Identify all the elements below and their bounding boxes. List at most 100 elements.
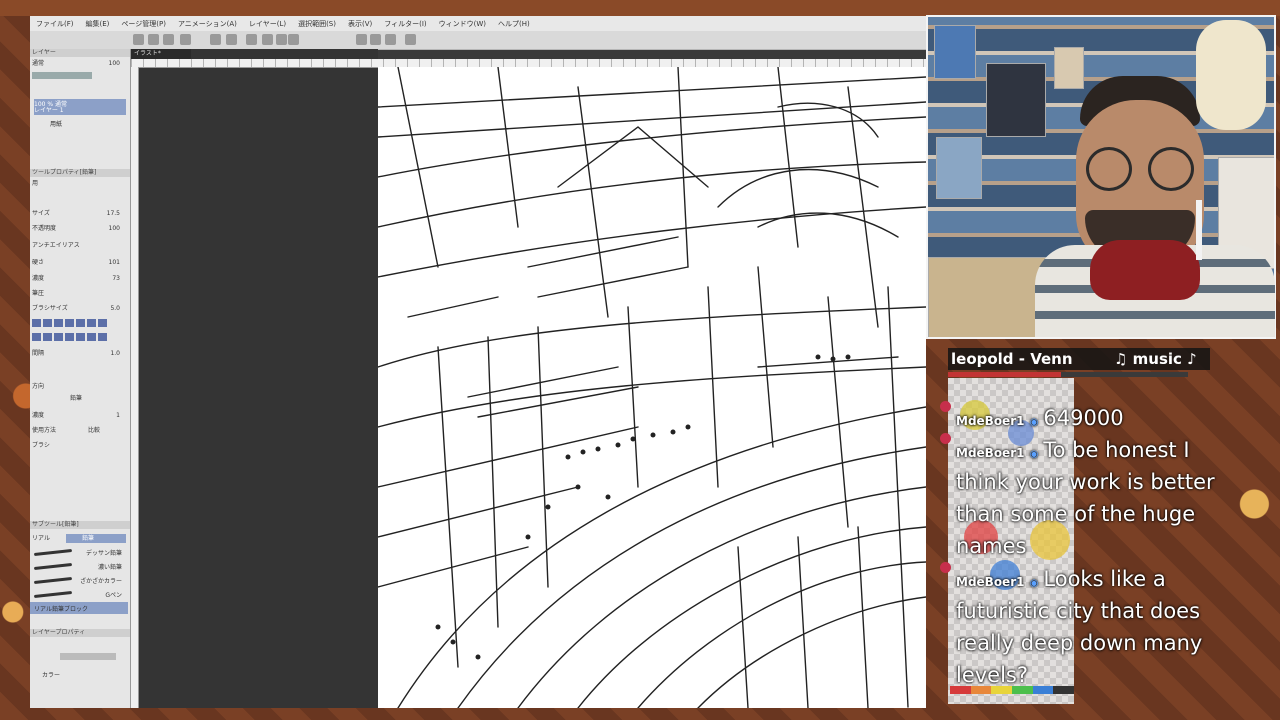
menu-filter[interactable]: フィルター(I): [378, 19, 432, 29]
teddy-bear: [1196, 20, 1266, 130]
property-label: 濃度: [32, 412, 45, 419]
brush-shape-grid[interactable]: [32, 319, 108, 327]
layer-name-row[interactable]: レイヤー 1: [34, 107, 126, 115]
menu-window[interactable]: ウィンドウ(W): [433, 19, 492, 29]
tool-name-label: 用: [32, 180, 39, 187]
property-value: 73: [112, 275, 120, 282]
wall-poster: [936, 137, 982, 199]
property-spacing[interactable]: 間隔 1.0: [30, 349, 130, 358]
property-value: 比較: [87, 427, 100, 434]
brush-label: リアル鉛筆ブロック: [34, 606, 88, 613]
menu-layer[interactable]: レイヤー(L): [243, 19, 292, 29]
property-label: 濃度: [32, 275, 45, 282]
brush-label: Gペン: [105, 592, 122, 599]
snap-icon[interactable]: [370, 34, 381, 45]
glasses-left-lens: [1086, 147, 1132, 191]
property-label: サイズ: [32, 210, 50, 217]
layer-property-icons[interactable]: [30, 652, 130, 661]
subtool-tab-pencil[interactable]: 鉛筆: [66, 534, 126, 543]
color-select-label: カラー: [42, 672, 61, 679]
property-density[interactable]: 濃度 73: [30, 274, 130, 283]
redo-icon[interactable]: [226, 34, 237, 45]
brush-item[interactable]: デッサン鉛筆: [30, 546, 128, 558]
chat-username: MdeBoer1: [956, 575, 1025, 589]
property-label: 硬さ: [32, 259, 45, 266]
now-playing-bar: leopold - Venn ♫ music ♪: [948, 348, 1210, 370]
pen-icon[interactable]: [385, 34, 396, 45]
command-bar: [30, 31, 926, 50]
fill-icon[interactable]: [276, 34, 287, 45]
palette-swatch: [950, 686, 971, 694]
menu-animation[interactable]: アニメーション(A): [172, 19, 243, 29]
property-brush-size[interactable]: ブラシサイズ 5.0: [30, 304, 130, 313]
undo-icon[interactable]: [210, 34, 221, 45]
property-density-2[interactable]: 濃度 1: [30, 411, 130, 420]
property-label: 方向: [32, 383, 45, 390]
property-opacity[interactable]: 不透明度 100: [30, 224, 130, 233]
property-label: 不透明度: [32, 225, 57, 232]
canvas-tab[interactable]: イラスト*: [131, 49, 191, 59]
property-label: アンチエイリアス: [32, 242, 80, 249]
menu-edit[interactable]: 編集(E): [80, 19, 116, 29]
menu-bar: ファイル(F) 編集(E) ページ管理(P) アニメーション(A) レイヤー(L…: [30, 16, 926, 32]
menu-help[interactable]: ヘルプ(H): [492, 19, 536, 29]
layer-effect-icons[interactable]: [60, 653, 116, 660]
export-icon[interactable]: [180, 34, 191, 45]
loading-icon[interactable]: [246, 34, 257, 45]
transform-icon[interactable]: [288, 34, 299, 45]
property-size[interactable]: サイズ 17.5: [30, 209, 130, 218]
property-value: 101: [108, 259, 120, 266]
subtool-tab-label: 鉛筆: [82, 535, 95, 542]
save-icon[interactable]: [163, 34, 174, 45]
property-usage[interactable]: 使用方法 比較: [30, 426, 130, 435]
chat-message: MdeBoer1 ◉ 649000: [956, 402, 1246, 434]
layer-tools-icon[interactable]: [32, 72, 92, 79]
layer-item-paper[interactable]: 用紙: [50, 119, 142, 130]
menu-file[interactable]: ファイル(F): [30, 19, 80, 29]
brush-item-selected[interactable]: リアル鉛筆ブロック: [30, 602, 128, 614]
menu-selection[interactable]: 選択範囲(S): [292, 19, 342, 29]
ruler-icon[interactable]: [356, 34, 367, 45]
brush-stroke-preview: [33, 591, 73, 598]
menu-page[interactable]: ページ管理(P): [115, 19, 172, 29]
brush-tip-grid[interactable]: [32, 333, 108, 341]
chat-text: 649000: [1043, 406, 1124, 430]
blend-mode-value: 通常: [32, 60, 45, 67]
menu-view[interactable]: 表示(V): [342, 19, 378, 29]
drawing-canvas[interactable]: [378, 67, 926, 708]
open-icon[interactable]: [148, 34, 159, 45]
property-value: 1.0: [110, 350, 120, 357]
subtool-header: サブツール[鉛筆]: [30, 521, 130, 529]
verified-icon: ◉: [1029, 578, 1039, 589]
earbud-cable: [1196, 200, 1202, 260]
property-value: 1: [116, 412, 120, 419]
verified-icon: ◉: [1029, 449, 1039, 460]
brush-item[interactable]: ざかざかカラー: [30, 574, 128, 586]
color-palette-strip: [950, 686, 1075, 694]
palette-swatch: [991, 686, 1013, 694]
vertical-ruler: [131, 67, 139, 708]
brush-stroke-preview: [33, 577, 73, 584]
clear-icon[interactable]: [262, 34, 273, 45]
palette-swatch: [1053, 686, 1075, 694]
palette-swatch: [1032, 686, 1054, 694]
paint-app-window: ファイル(F) 編集(E) ページ管理(P) アニメーション(A) レイヤー(L…: [30, 16, 926, 708]
property-hardness[interactable]: 硬さ 101: [30, 258, 130, 267]
property-direction[interactable]: 方向: [30, 382, 130, 391]
now-playing-artist: leopold - Venn: [951, 350, 1073, 368]
help-icon[interactable]: [405, 34, 416, 45]
property-pencil[interactable]: 鉛筆: [30, 394, 130, 403]
streamer-scarf: [1090, 240, 1200, 300]
blend-mode-select[interactable]: 通常 100: [30, 59, 130, 68]
verified-icon: ◉: [1029, 417, 1039, 428]
brush-item[interactable]: Gペン: [30, 588, 128, 600]
wall-poster: [1054, 47, 1084, 89]
property-pressure[interactable]: 筆圧: [30, 289, 130, 298]
brush-item[interactable]: 濃い鉛筆: [30, 560, 128, 572]
new-icon[interactable]: [133, 34, 144, 45]
property-value: 17.5: [106, 210, 120, 217]
property-brush[interactable]: ブラシ: [30, 441, 130, 450]
property-antialias[interactable]: アンチエイリアス: [30, 241, 130, 250]
palette-swatch: [970, 686, 992, 694]
color-select[interactable]: カラー: [30, 671, 130, 680]
